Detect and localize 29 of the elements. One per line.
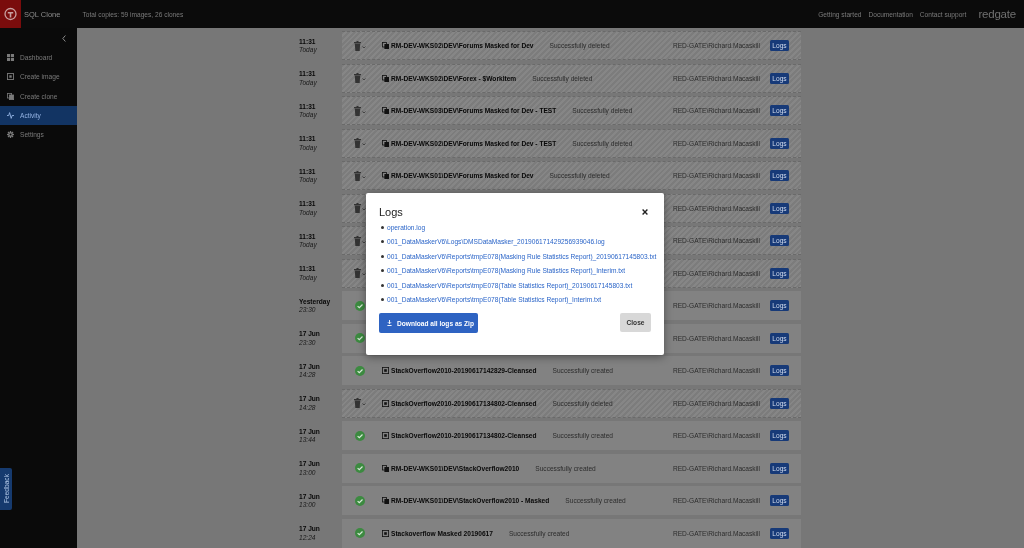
activity-icon: [7, 112, 14, 120]
copy-icon: [382, 497, 389, 504]
bullet-icon: [381, 298, 384, 302]
brand-wordmark: redgate: [978, 8, 1016, 20]
bullet-icon: [381, 283, 384, 287]
copy-icon: [382, 42, 389, 49]
dialog-title: Logs: [379, 206, 403, 218]
bullet-icon: [381, 254, 384, 258]
framed-square-icon: [382, 399, 389, 407]
download-icon: [387, 320, 392, 326]
copy-icon: [382, 74, 389, 82]
framed-square-icon: [382, 367, 389, 374]
copy-icon: [7, 92, 14, 100]
framed-square-icon: [7, 73, 14, 81]
copy-icon: [382, 107, 389, 114]
close-button[interactable]: [642, 209, 648, 215]
framed-square-icon: [382, 529, 389, 537]
settings-icon: [7, 131, 14, 139]
copy-icon: [382, 464, 389, 472]
bullet-icon: [381, 225, 384, 229]
app-logo-icon: [0, 0, 21, 28]
framed-square-icon: [382, 432, 389, 439]
close-icon: [642, 209, 648, 215]
bullet-icon: [381, 240, 384, 244]
copy-icon: [382, 139, 389, 147]
chevron-left-icon[interactable]: [62, 35, 66, 42]
copy-icon: [382, 172, 389, 179]
grid-icon: [7, 54, 14, 62]
bullet-icon: [381, 269, 384, 273]
